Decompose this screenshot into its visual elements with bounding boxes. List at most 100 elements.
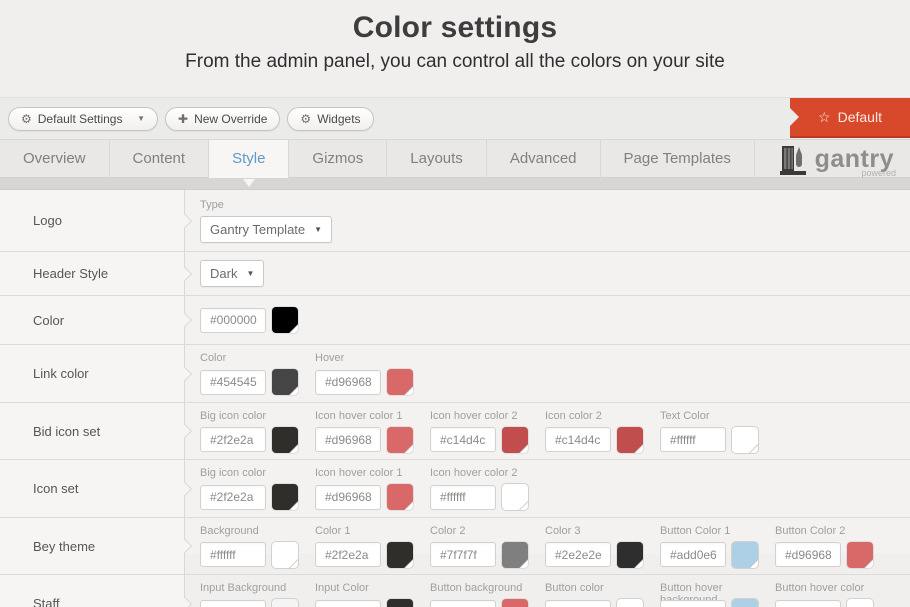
row-fields: Dark▼	[185, 252, 910, 295]
color-hex-input[interactable]	[315, 370, 381, 395]
color-hex-input[interactable]	[430, 485, 496, 510]
field-label: Text Color	[660, 410, 775, 422]
color-swatch[interactable]	[502, 484, 528, 510]
cog-icon: ⚙	[300, 113, 311, 125]
settings-row-icon-set: Icon setBig icon colorIcon hover color 1…	[0, 460, 910, 518]
field-group: Button Color 1	[660, 525, 775, 568]
color-swatch[interactable]	[272, 369, 298, 395]
tab-style[interactable]: Style	[209, 140, 289, 178]
tab-content-divider	[0, 178, 910, 190]
tab-content[interactable]: Content	[110, 140, 210, 178]
color-swatch[interactable]	[732, 427, 758, 453]
color-swatch[interactable]	[272, 427, 298, 453]
field-group: Color	[200, 352, 315, 395]
tab-advanced[interactable]: Advanced	[487, 140, 601, 178]
field-label: Button background	[430, 582, 545, 594]
color-swatch[interactable]	[732, 542, 758, 568]
widgets-button[interactable]: ⚙ Widgets	[287, 107, 373, 131]
color-hex-input[interactable]	[545, 427, 611, 452]
select-type[interactable]: Gantry Template▼	[200, 216, 332, 243]
widgets-label: Widgets	[317, 112, 360, 126]
settings-row-link-color: Link colorColorHover	[0, 345, 910, 403]
select-value: Gantry Template	[210, 222, 305, 237]
row-fields: TypeGantry Template▼	[185, 190, 910, 251]
color-hex-input[interactable]	[545, 600, 611, 607]
color-swatch[interactable]	[847, 599, 873, 607]
field-label: Big icon color	[200, 410, 315, 422]
field-group: Button background	[430, 582, 545, 607]
row-label: Logo	[0, 190, 185, 251]
row-label: Staff	[0, 575, 185, 607]
color-hex-input[interactable]	[200, 427, 266, 452]
row-fields: Big icon colorIcon hover color 1Icon hov…	[185, 460, 910, 517]
color-hex-input[interactable]	[430, 427, 496, 452]
default-preset-label: Default	[838, 109, 882, 125]
row-fields	[185, 296, 910, 344]
field-label: Input Color	[315, 582, 430, 594]
color-hex-input[interactable]	[200, 542, 266, 567]
preset-selector-button[interactable]: ⚙ Default Settings ▼	[8, 107, 158, 131]
tab-overview[interactable]: Overview	[0, 140, 110, 178]
color-swatch[interactable]	[387, 369, 413, 395]
color-hex-input[interactable]	[315, 427, 381, 452]
field-group: Hover	[315, 352, 430, 395]
color-swatch[interactable]	[387, 542, 413, 568]
chevron-down-icon: ▼	[246, 269, 254, 278]
color-swatch[interactable]	[387, 427, 413, 453]
color-hex-input[interactable]	[200, 308, 266, 333]
new-override-button[interactable]: ✚ New Override	[165, 107, 280, 131]
color-swatch[interactable]	[732, 599, 758, 607]
toolbar: ⚙ Default Settings ▼ ✚ New Override ⚙ Wi…	[0, 97, 910, 140]
color-swatch[interactable]	[617, 599, 643, 607]
color-swatch[interactable]	[847, 542, 873, 568]
color-hex-input[interactable]	[200, 485, 266, 510]
color-hex-input[interactable]	[200, 370, 266, 395]
color-hex-input[interactable]	[660, 600, 726, 607]
field-label: Hover	[315, 352, 430, 364]
color-swatch[interactable]	[272, 307, 298, 333]
tab-page-templates[interactable]: Page Templates	[601, 140, 755, 178]
color-hex-input[interactable]	[315, 485, 381, 510]
field-label: Button Color 2	[775, 525, 890, 537]
row-fields: Big icon colorIcon hover color 1Icon hov…	[185, 403, 910, 459]
color-hex-input[interactable]	[775, 542, 841, 567]
color-hex-input[interactable]	[545, 542, 611, 567]
color-swatch[interactable]	[502, 542, 528, 568]
tab-layouts[interactable]: Layouts	[387, 140, 487, 178]
default-preset-button[interactable]: ☆ Default	[790, 98, 910, 138]
color-hex-input[interactable]	[200, 600, 266, 607]
page-title: Color settings	[0, 0, 910, 45]
color-hex-input[interactable]	[660, 427, 726, 452]
color-swatch[interactable]	[502, 599, 528, 607]
plus-icon: ✚	[178, 113, 188, 125]
color-hex-input[interactable]	[775, 600, 841, 607]
color-swatch[interactable]	[502, 427, 528, 453]
color-swatch[interactable]	[617, 427, 643, 453]
arrow-notch	[790, 108, 799, 126]
field-group: Text Color	[660, 410, 775, 453]
brand-tagline: powered	[861, 168, 896, 178]
tab-gizmos[interactable]: Gizmos	[289, 140, 387, 178]
color-swatch[interactable]	[272, 542, 298, 568]
color-hex-input[interactable]	[660, 542, 726, 567]
color-hex-input[interactable]	[315, 600, 381, 607]
field-group: Button hover color	[775, 582, 890, 607]
field-label: Big icon color	[200, 467, 315, 479]
settings-row-color: Color	[0, 296, 910, 345]
color-swatch[interactable]	[272, 484, 298, 510]
select-header-style[interactable]: Dark▼	[200, 260, 264, 287]
chevron-down-icon: ▼	[137, 114, 145, 123]
color-hex-input[interactable]	[430, 600, 496, 607]
field-group: Icon hover color 2	[430, 410, 545, 453]
field-group: Icon hover color 1	[315, 467, 430, 510]
color-swatch[interactable]	[272, 599, 298, 607]
color-swatch[interactable]	[387, 484, 413, 510]
color-swatch[interactable]	[617, 542, 643, 568]
color-hex-input[interactable]	[315, 542, 381, 567]
color-hex-input[interactable]	[430, 542, 496, 567]
color-swatch[interactable]	[387, 599, 413, 607]
settings-row-logo: LogoTypeGantry Template▼	[0, 190, 910, 252]
field-group: Big icon color	[200, 410, 315, 453]
page-header: Color settings From the admin panel, you…	[0, 0, 910, 97]
field-group: Button Color 2	[775, 525, 890, 568]
